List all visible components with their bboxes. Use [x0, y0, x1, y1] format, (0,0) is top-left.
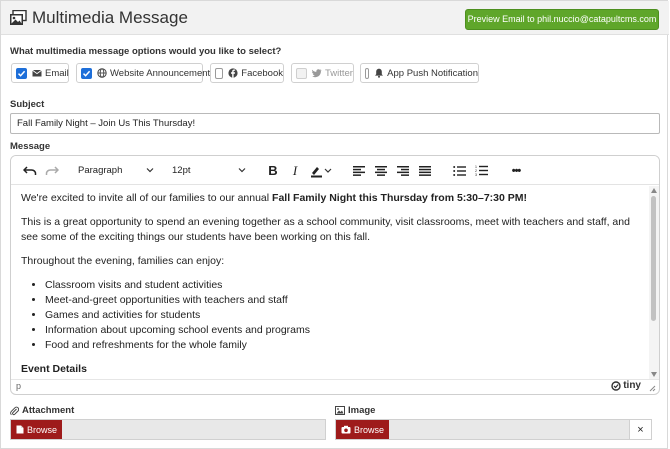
- options-question: What multimedia message options would yo…: [10, 46, 282, 57]
- more-options-icon[interactable]: •••: [507, 162, 525, 179]
- envelope-icon: [32, 68, 42, 78]
- message-label: Message: [10, 141, 51, 152]
- panel-header: Multimedia Message Preview Email to phil…: [1, 1, 669, 35]
- activities-list: Classroom visits and student activities …: [21, 278, 639, 353]
- block-format-select[interactable]: Paragraph: [75, 162, 157, 179]
- resize-handle-icon[interactable]: [648, 384, 656, 392]
- list-item: Food and refreshments for the whole fami…: [45, 338, 639, 353]
- font-size-select[interactable]: 12pt: [169, 162, 249, 179]
- highlight-color-icon[interactable]: [307, 162, 335, 179]
- tiny-logo[interactable]: tiny: [611, 380, 641, 391]
- align-left-icon[interactable]: [351, 162, 367, 179]
- scrollbar-thumb[interactable]: [651, 196, 656, 321]
- attachment-browse-button[interactable]: Browse: [11, 420, 63, 439]
- bold-icon[interactable]: B: [265, 162, 281, 179]
- align-center-icon[interactable]: [373, 162, 389, 179]
- option-website-announcement[interactable]: Website Announcement: [76, 63, 210, 83]
- editor-content[interactable]: We're excited to invite all of our famil…: [11, 186, 649, 379]
- element-path[interactable]: p: [16, 381, 21, 391]
- option-app-push-notification[interactable]: App Push Notification: [360, 63, 479, 83]
- twitter-icon: [311, 68, 322, 78]
- image-browse-button[interactable]: Browse: [336, 420, 390, 439]
- block-format-value: Paragraph: [78, 165, 123, 176]
- event-details-heading: Event Details: [21, 363, 87, 375]
- website-announcement-checkbox[interactable]: [81, 67, 92, 79]
- tiny-logo-icon: [611, 380, 621, 391]
- content-paragraph: We're excited to invite all of our famil…: [21, 192, 528, 204]
- multimedia-message-panel: Multimedia Message Preview Email to phil…: [0, 0, 669, 449]
- email-checkbox[interactable]: [16, 67, 27, 79]
- editor-statusbar: p tiny: [11, 379, 659, 394]
- subject-label: Subject: [10, 99, 45, 110]
- page-title: Multimedia Message: [32, 8, 188, 27]
- list-item: Meet-and-greet opportunities with teache…: [45, 293, 639, 308]
- option-email[interactable]: Email: [11, 63, 69, 83]
- bullet-list-icon[interactable]: [451, 162, 467, 179]
- attachment-label: Attachment: [10, 405, 74, 416]
- file-icon: [16, 425, 24, 434]
- content-paragraph: This is a great opportunity to spend an …: [21, 216, 630, 243]
- twitter-checkbox[interactable]: [296, 67, 307, 79]
- content-paragraph: Throughout the evening, families can enj…: [21, 255, 225, 267]
- svg-text:3: 3: [475, 173, 477, 176]
- camera-icon: [341, 425, 351, 434]
- subject-input[interactable]: Fall Family Night – Join Us This Thursda…: [10, 113, 660, 134]
- message-editor[interactable]: Paragraph 12pt B I 1 2 3 ••• We're excit…: [10, 155, 660, 395]
- attachment-upload[interactable]: Browse: [10, 419, 326, 440]
- undo-icon[interactable]: [21, 162, 39, 179]
- redo-icon[interactable]: [43, 162, 61, 179]
- option-twitter-label: Twitter: [325, 67, 353, 79]
- list-item: Classroom visits and student activities: [45, 278, 639, 293]
- scroll-down-icon[interactable]: [651, 372, 657, 377]
- image-clear-button[interactable]: ×: [629, 420, 651, 439]
- list-item: Games and activities for students: [45, 308, 639, 323]
- numbered-list-icon[interactable]: 123: [473, 162, 489, 179]
- option-email-label: Email: [45, 67, 69, 79]
- image-upload[interactable]: Browse ×: [335, 419, 652, 440]
- editor-scrollbar[interactable]: [649, 186, 659, 379]
- bell-icon: [374, 68, 384, 78]
- font-size-value: 12pt: [172, 165, 191, 176]
- paperclip-icon: [10, 406, 19, 415]
- editor-toolbar: Paragraph 12pt B I 1 2 3 •••: [11, 156, 659, 185]
- image-icon: [335, 406, 345, 415]
- multimedia-icon: [9, 9, 27, 26]
- align-justify-icon[interactable]: [417, 162, 433, 179]
- option-facebook-label: Facebook: [241, 67, 283, 79]
- option-facebook[interactable]: Facebook: [210, 63, 284, 83]
- globe-icon: [97, 68, 107, 78]
- option-twitter[interactable]: Twitter: [291, 63, 354, 83]
- facebook-icon: [228, 68, 238, 78]
- image-label: Image: [335, 405, 375, 416]
- chevron-down-icon: [146, 165, 154, 176]
- facebook-checkbox[interactable]: [215, 67, 224, 79]
- option-app-push-notification-label: App Push Notification: [387, 67, 478, 79]
- list-item: Information about upcoming school events…: [45, 323, 639, 338]
- italic-icon[interactable]: I: [287, 162, 303, 179]
- align-right-icon[interactable]: [395, 162, 411, 179]
- scroll-up-icon[interactable]: [651, 188, 657, 193]
- chevron-down-icon: [238, 165, 246, 176]
- app-push-notification-checkbox[interactable]: [365, 67, 370, 79]
- option-website-announcement-label: Website Announcement: [110, 67, 211, 79]
- preview-email-button[interactable]: Preview Email to phil.nuccio@catapultcms…: [465, 9, 659, 30]
